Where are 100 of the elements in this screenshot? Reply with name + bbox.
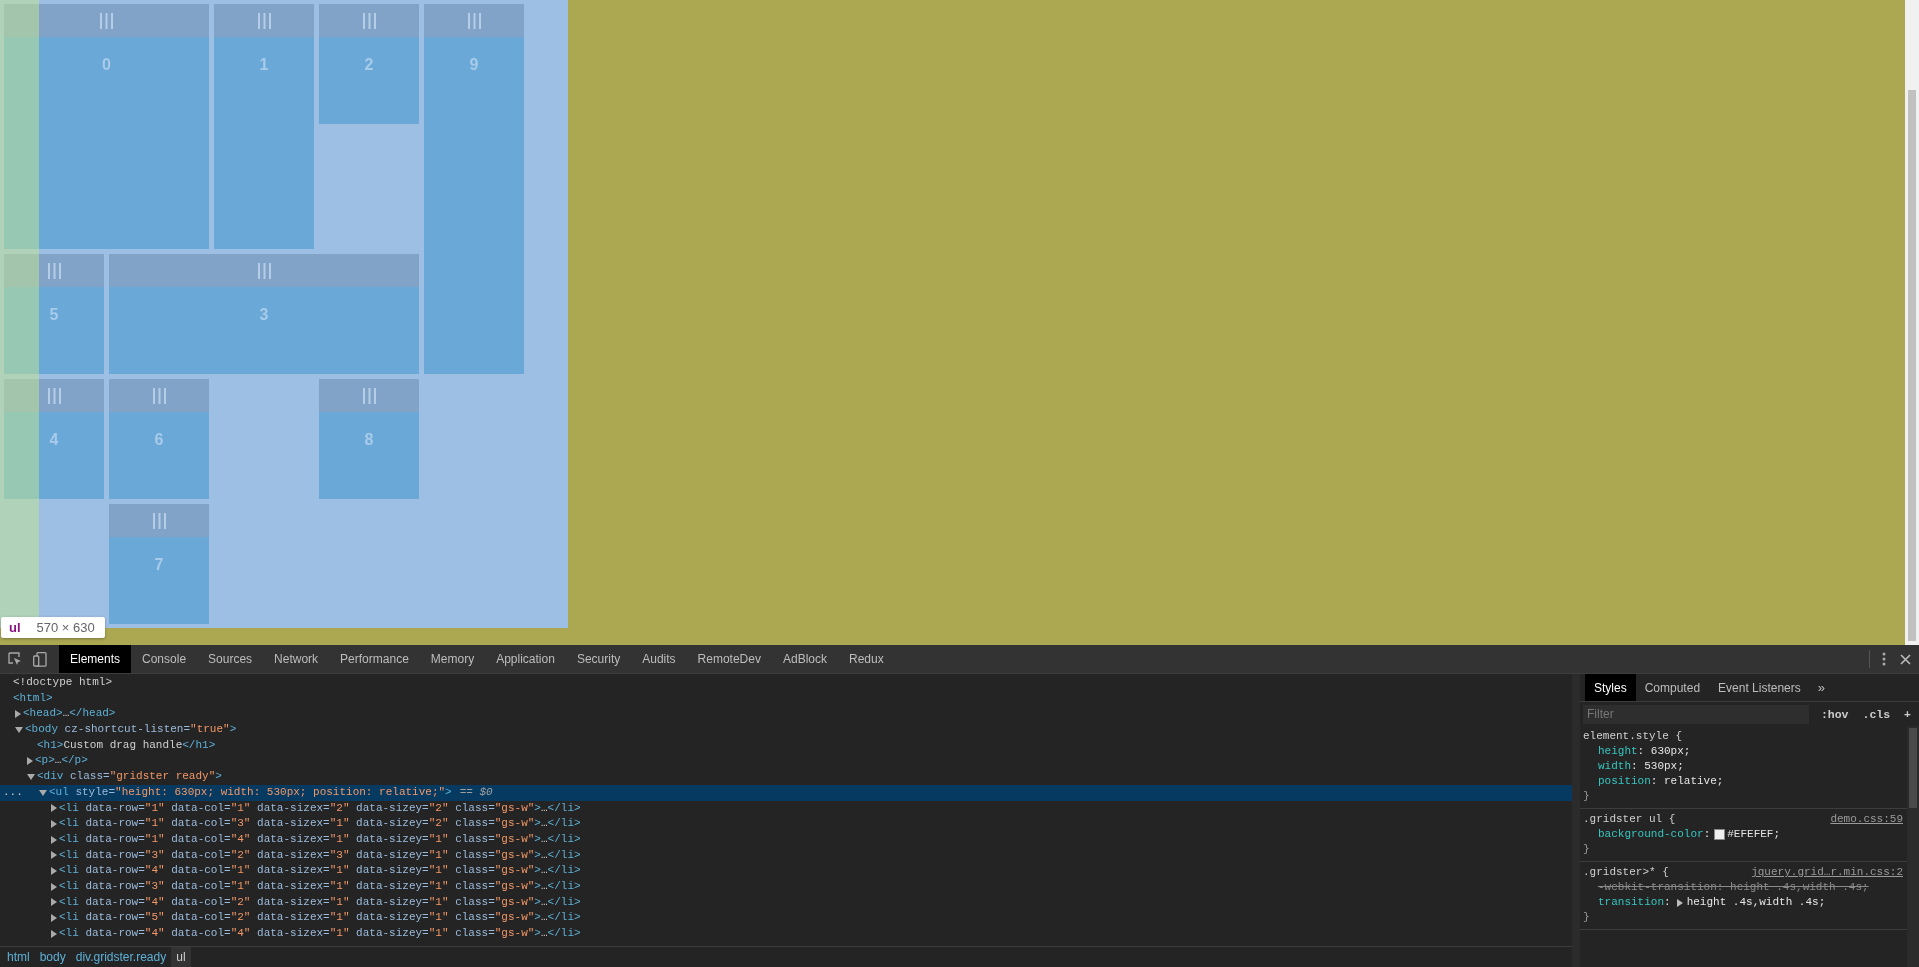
filter-field[interactable]: Filter bbox=[1583, 704, 1809, 724]
tile-number: 8 bbox=[364, 431, 374, 449]
dom-node-row[interactable]: <li data-row="3" data-col="1" data-sizex="1" data-sizey="1" class="gs-w">…</li> bbox=[0, 878, 1572, 895]
dom-node-row[interactable]: <!doctype html> bbox=[0, 675, 1572, 691]
dom-node-row[interactable]: <li data-row="5" data-col="2" data-sizex="1" data-sizey="1" class="gs-w">…</li> bbox=[0, 910, 1572, 926]
devtools-tab[interactable]: Audits bbox=[631, 645, 687, 673]
devtools-tab[interactable]: Application bbox=[485, 645, 566, 673]
toolbar-button[interactable]: :hov bbox=[1818, 707, 1851, 721]
drag-handle[interactable] bbox=[109, 379, 209, 412]
styles-scrollbar[interactable] bbox=[1907, 726, 1919, 967]
grip-bars-icon bbox=[362, 12, 376, 29]
collapsed-triangle-icon[interactable] bbox=[51, 820, 57, 829]
tile-number: 1 bbox=[259, 56, 269, 74]
breadcrumb[interactable]: html bbox=[2, 947, 35, 967]
expanded-triangle-icon[interactable] bbox=[15, 726, 23, 733]
scrollbar-thumb[interactable] bbox=[1908, 90, 1916, 641]
dom-node-row[interactable]: <li data-row="1" data-col="4" data-sizex="1" data-sizey="1" class="gs-w">…</li> bbox=[0, 831, 1572, 848]
drag-handle[interactable] bbox=[4, 4, 209, 37]
closing-brace: } bbox=[1583, 910, 1591, 925]
breadcrumb[interactable]: ul bbox=[171, 947, 191, 967]
dom-node-row[interactable]: <p>…</p> bbox=[0, 753, 1572, 770]
close-icon[interactable] bbox=[1900, 653, 1911, 665]
dom-node-markup: <body cz-shortcut-listen="true"> bbox=[25, 722, 237, 738]
dom-node-markup: <!doctype html> bbox=[13, 675, 113, 690]
dom-node-row[interactable]: ... <ul style="height: 630px; width: 530px; position: relative;"> == $0 bbox=[0, 784, 1572, 801]
dom-node-row[interactable]: <li data-row="3" data-col="2" data-sizex="3" data-sizey="1" class="gs-w">…</li> bbox=[0, 847, 1572, 864]
source-link[interactable]: demo.css:59 bbox=[1830, 812, 1903, 827]
source-link[interactable]: jquery.grid…r.min.css:2 bbox=[1751, 865, 1903, 880]
grip-bars-icon bbox=[362, 387, 376, 404]
dom-node-row[interactable]: <html> bbox=[0, 690, 1572, 707]
drag-handle[interactable] bbox=[319, 4, 419, 37]
devtools-tab[interactable]: Performance bbox=[329, 645, 420, 673]
dom-node-markup: <head>…</head> bbox=[23, 706, 116, 722]
drag-handle[interactable] bbox=[109, 504, 209, 537]
tooltip-size: 570 × 630 bbox=[36, 620, 95, 635]
scrollbar-thumb[interactable] bbox=[1909, 728, 1917, 808]
collapsed-triangle-icon[interactable] bbox=[1676, 898, 1683, 907]
collapsed-triangle-icon[interactable] bbox=[51, 867, 57, 876]
devtools-tab[interactable]: AdBlock bbox=[771, 645, 838, 673]
devtools-tab[interactable]: Redux bbox=[838, 645, 895, 673]
devtools-tab[interactable]: Sources bbox=[197, 645, 264, 673]
color-swatch[interactable] bbox=[1714, 829, 1726, 840]
dom-node-row[interactable]: <head>…</head> bbox=[0, 706, 1572, 723]
css-value: : height .4s,width .4s; bbox=[1716, 880, 1869, 895]
css-property: position bbox=[1598, 774, 1651, 789]
devtools-tab[interactable]: Network bbox=[263, 645, 330, 673]
collapsed-triangle-icon[interactable] bbox=[51, 898, 57, 907]
drag-handle[interactable] bbox=[4, 254, 104, 287]
tooltip-tag: ul bbox=[9, 620, 21, 635]
devtools-tab[interactable]: Elements bbox=[59, 645, 132, 673]
css-selector: element.style { bbox=[1583, 729, 1683, 744]
collapsed-triangle-icon[interactable] bbox=[51, 804, 57, 813]
devtools-tab[interactable]: Memory bbox=[419, 645, 486, 673]
dom-node-row[interactable]: <li data-row="4" data-col="4" data-sizex="1" data-sizey="1" class="gs-w">…</li> bbox=[0, 926, 1572, 942]
collapsed-triangle-icon[interactable] bbox=[51, 914, 57, 923]
expanded-triangle-icon[interactable] bbox=[39, 789, 47, 796]
dom-node-row[interactable]: <div class="gridster ready"> bbox=[0, 769, 1572, 785]
drag-handle[interactable] bbox=[109, 254, 419, 287]
grip-bars-icon bbox=[467, 12, 481, 29]
more-tabs-button[interactable]: » bbox=[1809, 680, 1833, 695]
collapsed-triangle-icon[interactable] bbox=[51, 835, 57, 844]
expanded-triangle-icon[interactable] bbox=[27, 773, 35, 780]
drag-handle[interactable] bbox=[319, 379, 419, 412]
drag-handle[interactable] bbox=[214, 4, 314, 37]
devtools-tab[interactable]: Security bbox=[565, 645, 632, 673]
collapsed-triangle-icon[interactable] bbox=[51, 851, 57, 860]
collapsed-triangle-icon[interactable] bbox=[15, 710, 21, 719]
collapsed-triangle-icon[interactable] bbox=[51, 929, 57, 938]
collapsed-triangle-icon[interactable] bbox=[27, 757, 33, 766]
tile-number: 0 bbox=[102, 56, 111, 74]
css-property: -webkit-transition bbox=[1598, 880, 1717, 895]
dom-node-row[interactable]: <li data-row="1" data-col="1" data-sizex="2" data-sizey="2" class="gs-w">…</li> bbox=[0, 800, 1572, 817]
toolbar-button[interactable]: .cls bbox=[1860, 707, 1893, 721]
drag-handle[interactable] bbox=[424, 4, 524, 37]
devtools-tab[interactable]: Console bbox=[131, 645, 198, 673]
more-options-icon[interactable] bbox=[1882, 652, 1886, 666]
dom-node-row[interactable]: <li data-row="1" data-col="3" data-sizex="1" data-sizey="2" class="gs-w">…</li> bbox=[0, 816, 1572, 832]
sidebar-tab[interactable]: Event Listeners bbox=[1709, 674, 1810, 701]
dom-node-markup: <div class="gridster ready"> bbox=[37, 769, 222, 785]
drag-handle[interactable] bbox=[4, 379, 104, 412]
row-options[interactable]: ... bbox=[3, 784, 23, 801]
dom-node-row[interactable]: <li data-row="4" data-col="2" data-sizex="1" data-sizey="1" class="gs-w">…</li> bbox=[0, 894, 1572, 911]
css-property: height bbox=[1598, 744, 1638, 759]
dom-node-row[interactable]: <body cz-shortcut-listen="true"> bbox=[0, 722, 1572, 738]
css-value: : relative; bbox=[1650, 774, 1724, 789]
toolbar-button[interactable]: + bbox=[1902, 707, 1913, 721]
dom-node-row[interactable]: <li data-row="4" data-col="1" data-sizex="1" data-sizey="1" class="gs-w">…</li> bbox=[0, 863, 1572, 879]
collapsed-triangle-icon[interactable] bbox=[51, 882, 57, 891]
devtools-tab[interactable]: RemoteDev bbox=[686, 645, 772, 673]
breadcrumb[interactable]: body bbox=[34, 947, 71, 967]
sidebar-tab[interactable]: Computed bbox=[1635, 674, 1710, 701]
device-toolbar-icon[interactable] bbox=[33, 651, 47, 667]
dom-node-row[interactable]: <h1>Custom drag handle</h1> bbox=[0, 737, 1572, 754]
breadcrumb[interactable]: div.gridster.ready bbox=[70, 947, 172, 967]
inspect-element-icon[interactable] bbox=[8, 652, 22, 666]
page-scrollbar[interactable] bbox=[1905, 0, 1919, 645]
css-value: #EFEFEF; bbox=[1727, 827, 1781, 842]
closing-brace: } bbox=[1583, 842, 1591, 857]
sidebar-tab[interactable]: Styles bbox=[1585, 674, 1636, 701]
grip-bars-icon bbox=[100, 12, 113, 29]
